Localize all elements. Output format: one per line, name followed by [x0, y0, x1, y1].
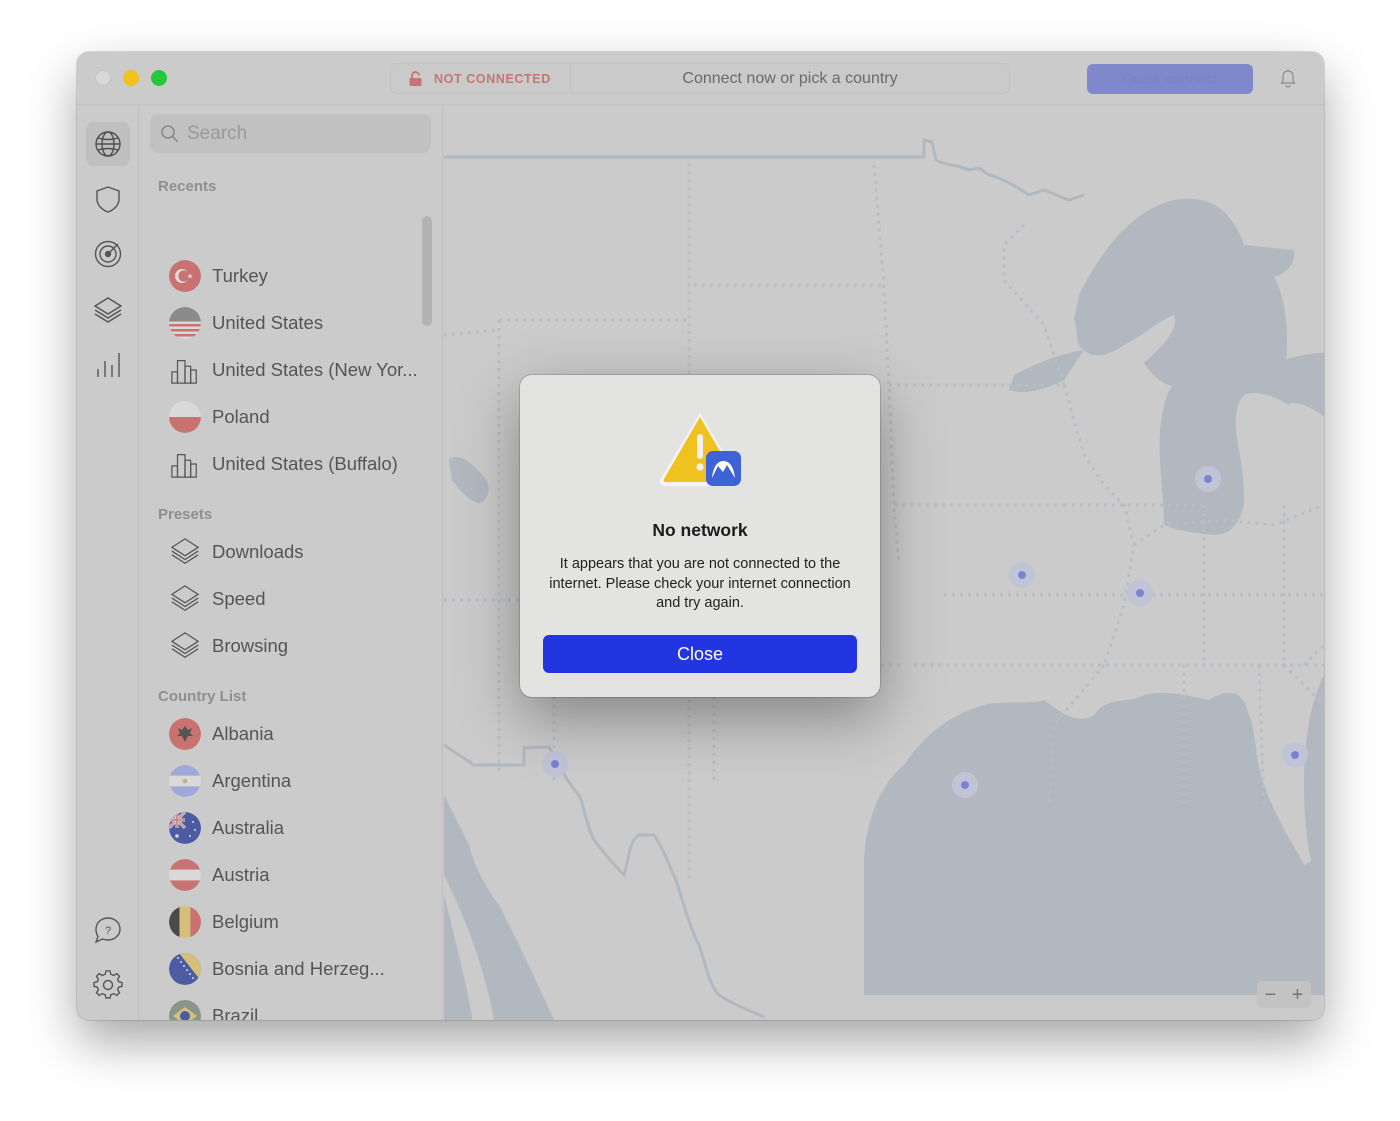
recent-item-poland[interactable]: Poland	[169, 399, 424, 435]
status-indicator: NOT CONNECTED	[391, 64, 571, 93]
server-pin[interactable]	[551, 760, 559, 768]
preset-item-speed[interactable]: Speed	[169, 581, 424, 617]
layers-icon	[169, 583, 201, 615]
rail-globe-button[interactable]	[86, 122, 130, 166]
country-item-austria[interactable]: Austria	[169, 857, 424, 893]
preset-item-downloads[interactable]: Downloads	[169, 534, 424, 570]
layers-icon	[93, 297, 123, 323]
rail-layers-button[interactable]	[86, 287, 130, 331]
status-text: NOT CONNECTED	[434, 71, 551, 86]
country-list-heading: Country List	[158, 688, 247, 705]
preset-item-label: Speed	[212, 588, 266, 609]
server-sidebar: Recents Turkey United States United Stat…	[139, 105, 443, 1020]
recent-item-label: United States	[212, 312, 324, 333]
country-item-albania[interactable]: Albania	[169, 716, 424, 752]
country-item-australia[interactable]: Australia	[169, 810, 424, 846]
window-close-button[interactable]	[95, 70, 111, 86]
country-item-label: Belgium	[212, 911, 279, 932]
flag-turkey-icon	[169, 260, 201, 292]
zoom-in-button[interactable]: +	[1292, 985, 1304, 1005]
server-pin[interactable]	[1018, 571, 1026, 579]
search-box[interactable]	[150, 114, 431, 153]
icon-rail: ?	[77, 105, 139, 1020]
rail-settings-button[interactable]	[86, 963, 130, 1007]
server-pin[interactable]	[1136, 589, 1144, 597]
window-maximize-button[interactable]	[151, 70, 167, 86]
dialog-title: No network	[652, 520, 748, 540]
country-item-bosnia[interactable]: Bosnia and Herzeg...	[169, 951, 424, 987]
recent-item-label: Poland	[212, 406, 270, 427]
preset-item-label: Browsing	[212, 635, 289, 656]
rail-help-button[interactable]: ?	[86, 908, 130, 952]
stats-icon	[97, 353, 120, 377]
gear-icon	[93, 970, 123, 999]
country-item-label: Brazil	[212, 1005, 259, 1020]
country-item-brazil[interactable]: Brazil	[169, 998, 424, 1020]
preset-item-browsing[interactable]: Browsing	[169, 628, 424, 664]
target-icon	[94, 240, 122, 268]
connect-prompt: Connect now or pick a country	[682, 69, 898, 87]
zoom-out-button[interactable]: −	[1265, 985, 1277, 1005]
recents-heading: Recents	[158, 178, 217, 195]
country-item-label: Austria	[212, 864, 270, 885]
city-icon	[169, 448, 201, 480]
warning-icon	[659, 413, 741, 486]
flag-bosnia-icon	[169, 953, 201, 985]
recent-item-united-states-new-york[interactable]: United States (New Yor...	[169, 352, 424, 388]
map-zoom-control: − +	[1257, 981, 1311, 1008]
search-icon	[161, 125, 179, 143]
city-icon	[169, 354, 201, 386]
help-chat-icon: ?	[94, 917, 121, 944]
connection-status-bar[interactable]: NOT CONNECTED Connect now or pick a coun…	[390, 63, 1010, 94]
quick-connect-button[interactable]: Quick connect	[1087, 64, 1253, 94]
recent-item-united-states[interactable]: United States	[169, 305, 424, 341]
flag-poland-icon	[169, 401, 201, 433]
no-network-dialog: No network It appears that you are not c…	[520, 375, 880, 697]
dialog-message: It appears that you are not connected to…	[549, 556, 851, 611]
recent-item-turkey[interactable]: Turkey	[169, 258, 424, 294]
window-minimize-button[interactable]	[123, 70, 139, 86]
rail-shield-button[interactable]	[86, 177, 130, 221]
flag-belgium-icon	[169, 906, 201, 938]
country-item-label: Bosnia and Herzeg...	[212, 958, 385, 979]
flag-australia-icon	[169, 812, 201, 844]
layers-icon	[169, 630, 201, 662]
search-input[interactable]	[187, 122, 417, 145]
country-item-label: Albania	[212, 723, 274, 744]
country-item-argentina[interactable]: Argentina	[169, 763, 424, 799]
flag-austria-icon	[169, 859, 201, 891]
shield-icon	[96, 186, 120, 213]
rail-stats-button[interactable]	[86, 342, 130, 386]
recent-item-label: United States (Buffalo)	[212, 453, 398, 474]
server-pin[interactable]	[1291, 751, 1299, 759]
recent-item-united-states-buffalo[interactable]: United States (Buffalo)	[169, 446, 424, 482]
flag-us-icon	[169, 307, 201, 339]
country-item-label: Argentina	[212, 770, 292, 791]
bell-icon[interactable]	[1279, 69, 1297, 88]
server-pin[interactable]	[961, 781, 969, 789]
app-logo-icon	[706, 451, 741, 486]
titlebar: NOT CONNECTED Connect now or pick a coun…	[77, 52, 1324, 105]
presets-heading: Presets	[158, 506, 213, 523]
flag-argentina-icon	[169, 765, 201, 797]
preset-item-label: Downloads	[212, 541, 304, 562]
server-pin[interactable]	[1204, 475, 1212, 483]
layers-icon	[169, 536, 201, 568]
flag-albania-icon	[169, 718, 201, 750]
close-button[interactable]: Close	[543, 635, 857, 673]
recent-item-label: United States (New Yor...	[212, 359, 418, 380]
flag-brazil-icon	[169, 1000, 201, 1020]
recent-item-label: Turkey	[212, 265, 268, 286]
unlocked-icon	[409, 71, 422, 86]
svg-text:?: ?	[105, 925, 111, 937]
globe-icon	[95, 131, 121, 157]
rail-target-button[interactable]	[86, 232, 130, 276]
country-item-label: Australia	[212, 817, 284, 838]
country-item-belgium[interactable]: Belgium	[169, 904, 424, 940]
